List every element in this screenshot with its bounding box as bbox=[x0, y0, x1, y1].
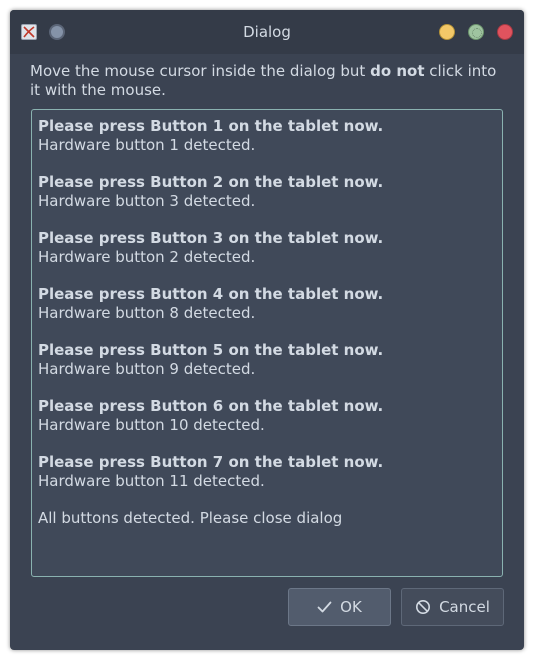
detection-log[interactable]: Please press Button 1 on the tablet now.… bbox=[31, 109, 503, 577]
log-entry: Please press Button 2 on the tablet now.… bbox=[38, 173, 498, 229]
cancel-icon bbox=[416, 600, 431, 614]
minimize-button[interactable] bbox=[439, 24, 455, 40]
close-button[interactable] bbox=[497, 24, 513, 40]
log-entry-result: Hardware button 9 detected. bbox=[38, 360, 256, 378]
log-entry-result: Hardware button 1 detected. bbox=[38, 136, 256, 154]
title-bar[interactable]: Dialog bbox=[10, 10, 524, 54]
maximize-button[interactable] bbox=[468, 24, 484, 40]
log-entry-prompt: Please press Button 2 on the tablet now. bbox=[38, 173, 384, 191]
detection-log-list: Please press Button 1 on the tablet now.… bbox=[38, 117, 498, 528]
log-entry: Please press Button 5 on the tablet now.… bbox=[38, 341, 498, 397]
cancel-button-label: Cancel bbox=[439, 598, 490, 616]
checkmark-icon bbox=[317, 601, 332, 613]
log-entry: Please press Button 3 on the tablet now.… bbox=[38, 229, 498, 285]
ok-button-label: OK bbox=[340, 598, 362, 616]
log-entry-prompt: Please press Button 1 on the tablet now. bbox=[38, 117, 384, 135]
log-entry-prompt: Please press Button 4 on the tablet now. bbox=[38, 285, 384, 303]
instruction-text: Move the mouse cursor inside the dialog … bbox=[30, 62, 510, 100]
log-entry: Please press Button 6 on the tablet now.… bbox=[38, 397, 498, 453]
completion-message: All buttons detected. Please close dialo… bbox=[38, 509, 343, 527]
ok-button[interactable]: OK bbox=[288, 588, 391, 626]
log-entry: Please press Button 7 on the tablet now.… bbox=[38, 453, 498, 509]
log-entry-result: Hardware button 10 detected. bbox=[38, 416, 265, 434]
dialog-window: Dialog Move the mouse cursor inside the … bbox=[10, 10, 524, 650]
log-entry-result: Hardware button 8 detected. bbox=[38, 304, 256, 322]
log-entry-prompt: Please press Button 7 on the tablet now. bbox=[38, 453, 384, 471]
log-entry-prompt: Please press Button 6 on the tablet now. bbox=[38, 397, 384, 415]
instruction-text-emphasis: do not bbox=[370, 62, 425, 80]
cancel-button[interactable]: Cancel bbox=[401, 588, 504, 626]
instruction-text-start: Move the mouse cursor inside the dialog … bbox=[30, 62, 371, 80]
log-entry: Please press Button 1 on the tablet now.… bbox=[38, 117, 498, 173]
log-entry-prompt: Please press Button 3 on the tablet now. bbox=[38, 229, 384, 247]
log-entry-result: Hardware button 11 detected. bbox=[38, 472, 265, 490]
log-entry-prompt: Please press Button 5 on the tablet now. bbox=[38, 341, 384, 359]
log-entry-result: Hardware button 2 detected. bbox=[38, 248, 256, 266]
log-entry-result: Hardware button 3 detected. bbox=[38, 192, 256, 210]
log-entry: Please press Button 4 on the tablet now.… bbox=[38, 285, 498, 341]
